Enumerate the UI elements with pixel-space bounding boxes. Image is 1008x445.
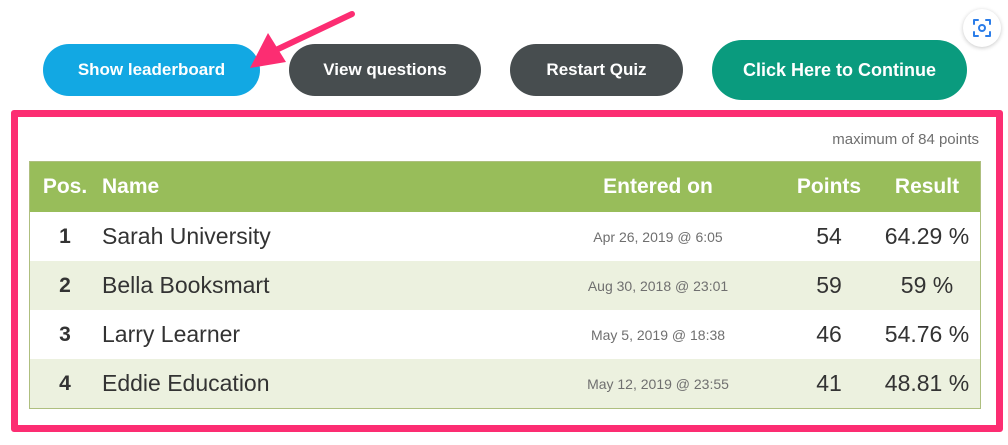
row-entered-on: Apr 26, 2019 @ 6:05 [593, 228, 723, 245]
scan-icon-glyph [973, 19, 991, 37]
table-row: 1 Sarah University Apr 26, 2019 @ 6:05 5… [30, 212, 981, 261]
row-pos: 3 [59, 322, 71, 346]
row-pos: 2 [29, 261, 100, 310]
row-points: 46 [816, 321, 842, 347]
row-result: 59 % [874, 261, 981, 310]
view-questions-button[interactable]: View questions [289, 44, 481, 96]
continue-button[interactable]: Click Here to Continue [712, 40, 967, 100]
quiz-results-page: Show leaderboard View questions Restart … [0, 0, 1008, 445]
row-entered-on: Aug 30, 2018 @ 23:01 [532, 261, 784, 310]
row-points: 41 [784, 359, 874, 409]
row-name: Sarah University [102, 223, 271, 249]
restart-quiz-button[interactable]: Restart Quiz [510, 44, 683, 96]
row-pos: 1 [59, 224, 71, 248]
header-entered-on: Entered on [532, 161, 784, 212]
row-result: 54.76 % [884, 321, 970, 347]
row-points: 54 [816, 223, 842, 249]
header-name: Name [100, 161, 532, 212]
table-row: 2 Bella Booksmart Aug 30, 2018 @ 23:01 5… [29, 261, 981, 310]
row-pos: 4 [29, 359, 100, 409]
table-header-row: Pos. Name Entered on Points Result [29, 161, 981, 212]
table-row: 3 Larry Learner May 5, 2019 @ 18:38 46 5… [30, 310, 981, 359]
header-result: Result [874, 161, 981, 212]
row-name: Eddie Education [100, 359, 532, 409]
max-points-note: maximum of 84 points [832, 131, 979, 148]
row-result: 64.29 % [884, 223, 970, 249]
row-points: 59 [784, 261, 874, 310]
header-pos: Pos. [29, 161, 100, 212]
row-entered-on: May 12, 2019 @ 23:55 [532, 359, 784, 409]
scan-icon[interactable] [963, 9, 1001, 47]
leaderboard-table: Pos. Name Entered on Points Result 1 Sar… [29, 161, 981, 409]
show-leaderboard-button[interactable]: Show leaderboard [43, 44, 260, 96]
row-result: 48.81 % [874, 359, 981, 409]
row-name: Larry Learner [102, 321, 241, 347]
row-name: Bella Booksmart [100, 261, 532, 310]
row-entered-on: May 5, 2019 @ 18:38 [590, 326, 726, 343]
header-points: Points [784, 161, 874, 212]
table-row: 4 Eddie Education May 12, 2019 @ 23:55 4… [29, 359, 981, 409]
